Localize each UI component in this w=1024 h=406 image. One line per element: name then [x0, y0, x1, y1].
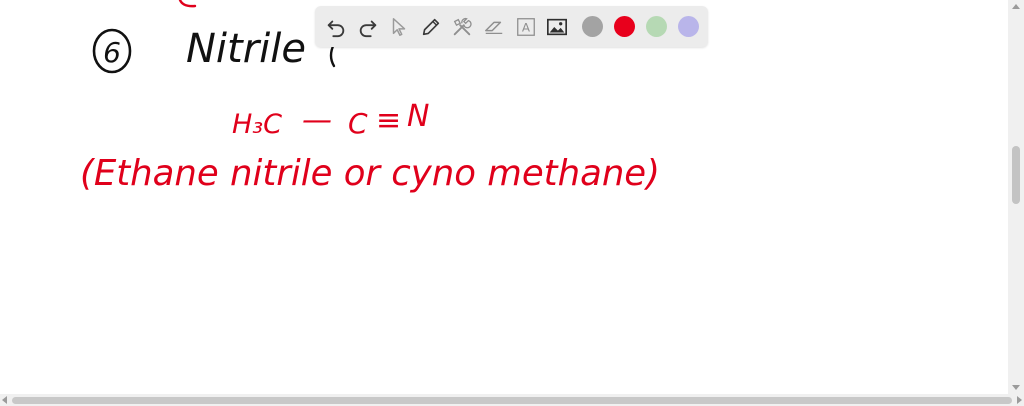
color-swatch-lavender[interactable]: [678, 16, 700, 37]
tools-button[interactable]: [450, 15, 474, 39]
eraser-button[interactable]: [482, 15, 506, 39]
heading-number: 6: [103, 36, 121, 69]
heading-partial-paren: [329, 42, 336, 68]
eraser-icon: [484, 21, 503, 34]
color-swatch-green[interactable]: [646, 16, 668, 37]
ink-layer: 6 Nitrile H₃C — C ≡ N (Ethane nitrile or…: [80, 0, 660, 194]
scroll-left-arrow[interactable]: [2, 396, 7, 404]
tools-icon: [454, 17, 473, 35]
image-icon: [547, 18, 568, 35]
scroll-right-arrow[interactable]: [1017, 396, 1022, 404]
formula-nitrogen: N: [407, 99, 429, 134]
whiteboard-canvas[interactable]: 6 Nitrile H₃C — C ≡ N (Ethane nitrile or…: [0, 0, 1008, 394]
compound-name-caption: (Ethane nitrile or cyno methane): [80, 153, 660, 194]
undo-icon: [327, 20, 345, 37]
redo-button[interactable]: [356, 15, 380, 39]
scroll-down-arrow[interactable]: [1012, 385, 1020, 390]
horizontal-scroll-thumb[interactable]: [12, 397, 1012, 404]
color-swatch-red[interactable]: [614, 16, 636, 37]
formula-single-bond: —: [302, 103, 332, 138]
formula-carbon: C: [348, 107, 368, 140]
pointer-button[interactable]: [387, 15, 411, 39]
pen-icon: [422, 18, 439, 35]
image-button[interactable]: [545, 15, 569, 39]
text-icon: A: [516, 17, 535, 36]
formula-h3c: H₃C: [232, 109, 282, 140]
text-icon-label: A: [521, 20, 530, 34]
drawing-toolbar: A: [315, 6, 708, 47]
horizontal-scrollbar[interactable]: [0, 394, 1024, 406]
pen-button[interactable]: [419, 15, 443, 39]
formula-triple-bond: ≡: [376, 103, 401, 138]
partial-red-stroke: [178, 0, 197, 8]
heading-text: Nitrile: [186, 26, 306, 72]
scroll-up-arrow[interactable]: [1012, 4, 1020, 9]
color-swatch-gray[interactable]: [582, 16, 604, 37]
pointer-icon: [392, 17, 406, 36]
vertical-scroll-thumb[interactable]: [1012, 146, 1020, 204]
vertical-scrollbar[interactable]: [1008, 0, 1024, 394]
undo-button[interactable]: [324, 15, 348, 39]
text-button[interactable]: A: [514, 15, 538, 39]
redo-icon: [359, 20, 376, 37]
